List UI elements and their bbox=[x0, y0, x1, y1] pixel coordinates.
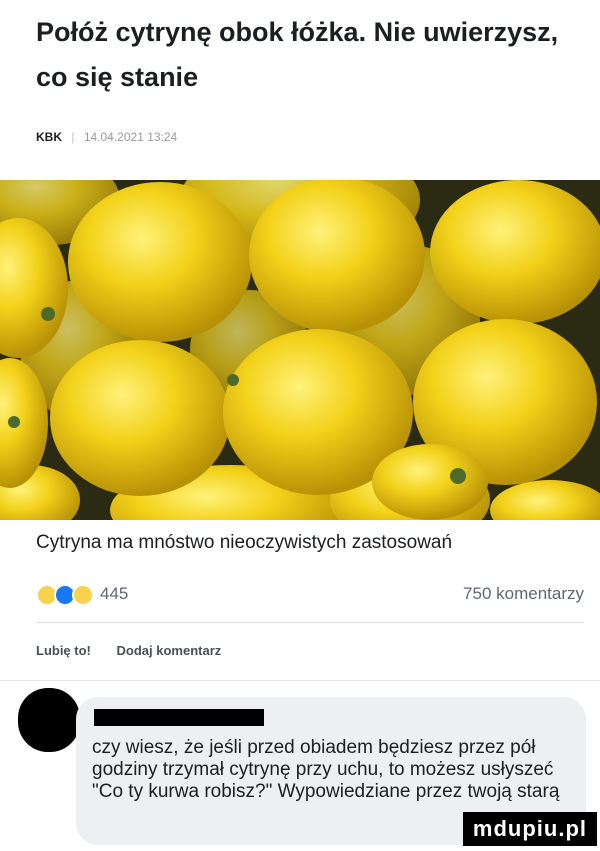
article-author[interactable]: KBK bbox=[36, 130, 62, 144]
lemon bbox=[68, 182, 252, 342]
divider bbox=[36, 622, 584, 623]
image-caption: Cytryna ma mnóstwo nieoczywistych zastos… bbox=[36, 532, 453, 553]
like-button[interactable]: Lubię to! bbox=[36, 643, 91, 658]
wow-icon bbox=[72, 584, 94, 606]
redacted-avatar bbox=[18, 688, 80, 752]
article-title: Połóż cytrynę obok łóżka. Nie uwierzysz,… bbox=[36, 17, 559, 92]
lemons-photo bbox=[0, 180, 600, 520]
article-meta: KBK | 14.04.2021 13:24 bbox=[36, 130, 177, 144]
redacted-author bbox=[94, 709, 264, 726]
lemons-image[interactable] bbox=[0, 180, 600, 520]
post-actions: Lubię to! Dodaj komentarz bbox=[36, 643, 243, 658]
watermark: mdupiu.pl bbox=[462, 812, 597, 846]
reaction-count[interactable]: 445 bbox=[100, 584, 128, 604]
meta-separator: | bbox=[71, 130, 75, 144]
add-comment-button[interactable]: Dodaj komentarz bbox=[117, 643, 222, 658]
divider bbox=[0, 680, 600, 681]
comments-count[interactable]: 750 komentarzy bbox=[463, 584, 584, 604]
post-stats: 445 750 komentarzy bbox=[36, 583, 584, 607]
comment-text: czy wiesz, że jeśli przed obiadem będzie… bbox=[92, 737, 560, 802]
article-datetime: 14.04.2021 13:24 bbox=[83, 130, 178, 144]
